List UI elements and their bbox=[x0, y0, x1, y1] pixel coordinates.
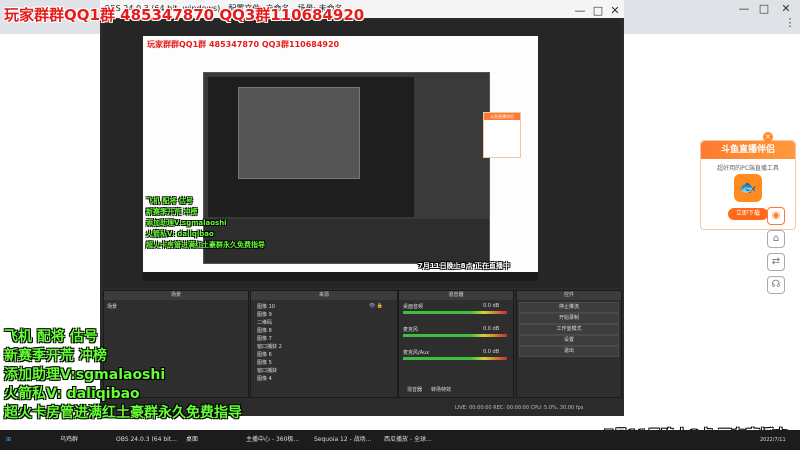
taskbar-clock: 2022/7/11 bbox=[760, 437, 786, 443]
mixer-meter bbox=[403, 357, 507, 360]
ad-subtitle: 超好用的PC端直播工具 bbox=[717, 165, 779, 172]
visibility-eye-icon[interactable]: 👁 🔒 bbox=[369, 303, 383, 309]
taskbar-item[interactable]: 主播中心 - 360极... bbox=[246, 433, 299, 447]
inner-group-text: 玩家群群QQ1群 485347870 QQ3群110684920 bbox=[147, 40, 340, 49]
exit-button[interactable]: 退出 bbox=[519, 346, 619, 357]
settings-button[interactable]: 设置 bbox=[519, 335, 619, 346]
share-icon[interactable]: ⇄ bbox=[767, 253, 785, 271]
promo-line: 飞机 配将 估号 bbox=[4, 329, 98, 345]
captured-browser: 玩家群群QQ1群 485347870 QQ3群110684920 飞机 配将 估… bbox=[143, 36, 538, 281]
scene-item[interactable]: 场景 bbox=[107, 303, 117, 310]
source-item[interactable]: 窗口捕获 bbox=[257, 367, 277, 374]
promo-text: 飞机 配将 估号 新赛季开荒 冲榜 添加助理V:sgmalaoshi 火箭私V:… bbox=[4, 328, 242, 423]
source-item[interactable]: 图像 6 bbox=[257, 351, 272, 358]
source-item[interactable]: 二维码 bbox=[257, 319, 272, 326]
mixer-meter bbox=[403, 334, 507, 337]
inner-promo-line: 新赛季开荒 冲榜 bbox=[146, 208, 198, 216]
sources-dock-title: 来源 bbox=[251, 291, 397, 300]
status-text: LIVE: 00:00:00 REC: 00:00:00 CPU: 5.0%, … bbox=[455, 405, 584, 411]
ad-title: 斗鱼直播伴侣 bbox=[701, 141, 795, 159]
maximize-button[interactable]: □ bbox=[756, 2, 772, 15]
captured-ad: 斗鱼直播伴侣 bbox=[483, 112, 521, 158]
sources-dock: 来源 图像 10 图像 9 二维码 图像 8 图像 7 窗口捕获 2 图像 6 … bbox=[250, 290, 398, 398]
source-item[interactable]: 图像 7 bbox=[257, 335, 272, 342]
mixer-channel-db: 0.0 dB bbox=[483, 303, 500, 309]
menu-icon[interactable]: ⋮ bbox=[782, 16, 798, 29]
qq-group-text: 玩家群群QQ1群 485347870 QQ3群110684920 bbox=[4, 6, 365, 24]
taskbar-item[interactable]: 乌鸡群 bbox=[60, 433, 78, 447]
close-button[interactable]: ✕ bbox=[778, 2, 794, 15]
source-item[interactable]: 图像 10 bbox=[257, 303, 275, 310]
source-item[interactable]: 图像 9 bbox=[257, 311, 272, 318]
mixer-dock: 混音器 桌面音频 0.0 dB 麦克风 0.0 dB 麦克风/Aux 0.0 d… bbox=[398, 290, 514, 398]
inner-promo-line: 超火卡房管进满红土豪群永久免费指导 bbox=[146, 241, 265, 249]
inner-promo-line: 飞机 配将 估号 bbox=[146, 197, 193, 205]
inner-promo: 飞机 配将 估号 新赛季开荒 冲榜 添加助理V:sgmalaoshi 火箭私V:… bbox=[146, 196, 265, 251]
taskbar-item[interactable]: Sequoia 12 - 战场... bbox=[314, 433, 371, 447]
start-recording-button[interactable]: 开始录制 bbox=[519, 313, 619, 324]
inner-schedule: 7月11日晚上8点 正在直播中 bbox=[418, 262, 510, 270]
promo-line: 超火卡房管进满红土豪群永久免费指导 bbox=[4, 405, 242, 421]
inner-promo-line: 火箭私V: daliqibao bbox=[146, 230, 214, 238]
windows-start-icon[interactable]: ⊞ bbox=[6, 433, 11, 447]
download-button[interactable]: 立即下载 bbox=[728, 208, 768, 220]
minimize-button[interactable]: — bbox=[736, 2, 752, 15]
douyu-logo-icon: 🐟 bbox=[734, 174, 762, 202]
transitions-tab[interactable]: 转场特效 bbox=[431, 386, 451, 393]
mixer-channel-db: 0.0 dB bbox=[483, 326, 500, 332]
mixer-channel-name: 麦克风/Aux bbox=[403, 350, 430, 356]
controls-dock: 控件 停止推流 开始录制 工作室模式 设置 退出 bbox=[516, 290, 622, 398]
mixer-meter bbox=[403, 311, 507, 314]
source-item[interactable]: 图像 4 bbox=[257, 375, 272, 382]
record-icon[interactable]: ◉ bbox=[767, 207, 785, 225]
obs-maximize-button[interactable]: □ bbox=[590, 2, 606, 20]
source-item[interactable]: 窗口捕获 2 bbox=[257, 343, 282, 350]
ad-close-icon[interactable]: × bbox=[763, 132, 773, 142]
inner-promo-line: 添加助理V:sgmalaoshi bbox=[146, 219, 227, 227]
taskbar-item[interactable]: 西瓜播放 - 全球... bbox=[384, 433, 432, 447]
promo-line: 添加助理V:sgmalaoshi bbox=[4, 367, 166, 383]
obs-minimize-button[interactable]: — bbox=[572, 2, 588, 20]
source-item[interactable]: 图像 8 bbox=[257, 327, 272, 334]
captured-preview-nested bbox=[238, 87, 360, 179]
home-icon[interactable]: ⌂ bbox=[767, 230, 785, 248]
studio-mode-button[interactable]: 工作室模式 bbox=[519, 324, 619, 335]
headset-icon[interactable]: ☊ bbox=[767, 276, 785, 294]
mixer-dock-title: 混音器 bbox=[399, 291, 513, 300]
mixer-channel-db: 0.0 dB bbox=[483, 349, 500, 355]
promo-line: 新赛季开荒 冲榜 bbox=[4, 348, 107, 364]
stop-streaming-button[interactable]: 停止推流 bbox=[519, 302, 619, 313]
mixer-tab[interactable]: 混音器 bbox=[407, 386, 422, 393]
obs-preview[interactable]: 玩家群群QQ1群 485347870 QQ3群110684920 飞机 配将 估… bbox=[103, 20, 621, 288]
obs-close-button[interactable]: ✕ bbox=[607, 2, 623, 20]
windows-taskbar: ⊞ 乌鸡群 OBS 24.0.3 (64 bit... 桌面 主播中心 - 36… bbox=[0, 430, 800, 450]
captured-taskbar bbox=[143, 272, 538, 281]
taskbar-item[interactable]: 桌面 bbox=[186, 433, 198, 447]
taskbar-item[interactable]: OBS 24.0.3 (64 bit... bbox=[116, 433, 177, 447]
source-item[interactable]: 图像 5 bbox=[257, 359, 272, 366]
mixer-channel-name: 麦克风 bbox=[403, 327, 419, 333]
controls-dock-title: 控件 bbox=[517, 291, 621, 300]
captured-ad-title: 斗鱼直播伴侣 bbox=[484, 113, 520, 120]
mixer-channel-name: 桌面音频 bbox=[403, 304, 424, 310]
scenes-dock-title: 场景 bbox=[104, 291, 248, 300]
promo-line: 火箭私V: daliqibao bbox=[4, 386, 140, 402]
